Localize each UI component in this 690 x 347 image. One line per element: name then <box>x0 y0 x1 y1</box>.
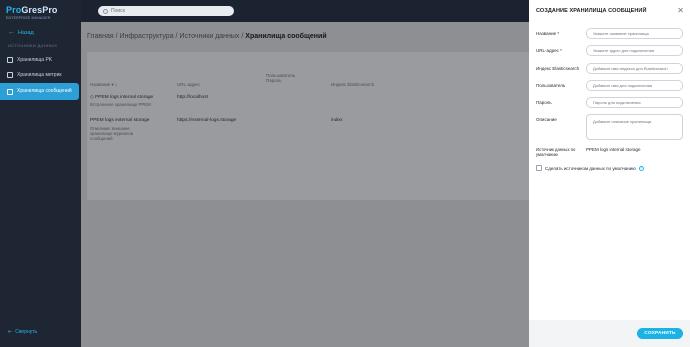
sidebar-item-label: Хранилища сообщений <box>17 87 72 94</box>
row-name: PPEM logs external storage <box>90 118 150 123</box>
name-field[interactable] <box>586 28 683 39</box>
sidebar-item-label: Хранилища PK <box>17 57 53 63</box>
sidebar-item-metrics-storage[interactable]: Хранилища метрик <box>0 68 81 82</box>
default-source-value: PPEM logs internal storage <box>586 147 641 152</box>
search-icon <box>103 8 108 14</box>
logo-text: ProGresPro <box>6 5 58 15</box>
message-icon <box>7 88 13 95</box>
arrow-left-icon: ← <box>8 29 15 36</box>
info-icon[interactable]: i <box>638 165 644 171</box>
panel-footer: СОХРАНИТЬ <box>529 320 690 347</box>
chart-icon <box>7 72 13 78</box>
back-label: Назад <box>18 29 34 36</box>
name-label: Название * <box>536 31 560 36</box>
url-label: URL-адрес * <box>536 48 562 53</box>
sidebar-section-title: ИСТОЧНИКИ ДАННЫХ <box>8 43 58 48</box>
sidebar: ProGresPro ENTERPRISE MANAGER ← Назад ИС… <box>0 0 81 347</box>
sidebar-nav: Хранилища PK Хранилища метрик Хранилища … <box>0 53 81 101</box>
sidebar-item-label: Хранилища метрик <box>17 72 62 78</box>
app-root: ProGresPro ENTERPRISE MANAGER ← Назад ИС… <box>0 0 690 347</box>
collapse-label: Свернуть <box>15 329 38 335</box>
table-row[interactable]: PPEM logs external storage <box>90 118 149 123</box>
table-row[interactable]: ◇ PPEM logs internal storage <box>90 95 153 100</box>
close-icon[interactable]: ✕ <box>677 6 684 15</box>
panel-title: СОЗДАНИЕ ХРАНИЛИЩА СООБЩЕНИЙ <box>536 8 647 14</box>
breadcrumb-current: Хранилища сообщений <box>245 33 327 40</box>
make-default-label: Сделать источником данных по умолчанию <box>545 165 636 171</box>
breadcrumb-infrastructure[interactable]: Инфраструктура <box>120 33 174 40</box>
breadcrumb-data-sources[interactable]: Источники данных <box>179 33 239 40</box>
column-header-index: Индекс Elasticsearch <box>331 82 375 87</box>
default-source-label: Источник данных по умолчанию <box>536 147 576 158</box>
row-subtitle: Встроенное хранилище PPEM <box>90 102 151 107</box>
storage-table: Название ▾ ↕ URL-адрес Пользователь Паро… <box>87 52 537 200</box>
index-field[interactable] <box>586 63 683 74</box>
index-label: Индекс Elasticsearch <box>536 66 580 71</box>
global-search[interactable] <box>98 6 234 16</box>
row-expand-icon: ◇ <box>90 95 94 100</box>
row-name: PPEM logs internal storage <box>95 95 154 100</box>
column-header-url: URL-адрес <box>177 82 200 87</box>
breadcrumb-home[interactable]: Главная <box>87 33 114 40</box>
user-field[interactable] <box>586 80 683 91</box>
password-label: Пароль <box>536 100 552 105</box>
save-button[interactable]: СОХРАНИТЬ <box>637 328 683 339</box>
create-message-storage-panel: СОЗДАНИЕ ХРАНИЛИЩА СООБЩЕНИЙ ✕ Название … <box>529 0 690 347</box>
back-link[interactable]: ← Назад <box>8 29 34 36</box>
row-url: https://external-logs.storage <box>177 118 237 123</box>
sidebar-item-storage-pk[interactable]: Хранилища PK <box>0 53 81 67</box>
make-default-option[interactable]: Сделать источником данных по умолчанию i <box>536 165 644 171</box>
url-field[interactable] <box>586 45 683 56</box>
breadcrumb: Главная / Инфраструктура / Источники дан… <box>87 33 327 40</box>
row-url: http://localhost <box>177 95 208 100</box>
user-label: Пользователь <box>536 83 566 88</box>
password-field[interactable] <box>586 97 683 108</box>
description-label: Описание <box>536 117 557 122</box>
collapse-icon: ⇤ <box>8 329 13 335</box>
logo-subtitle: ENTERPRISE MANAGER <box>6 16 51 20</box>
row-subtitle: Описание: внешнее хранилище журналов соо… <box>90 126 134 141</box>
make-default-checkbox[interactable] <box>536 165 542 171</box>
sort-icon: ↕ <box>114 82 118 87</box>
database-icon <box>7 57 13 63</box>
row-index: index <box>331 118 343 123</box>
sidebar-item-message-storage[interactable]: Хранилища сообщений <box>0 83 79 100</box>
column-header-name[interactable]: Название ▾ ↕ <box>90 82 117 88</box>
description-field[interactable] <box>586 114 683 140</box>
app-logo[interactable]: ProGresPro ENTERPRISE MANAGER <box>6 5 66 23</box>
search-input[interactable] <box>111 8 221 14</box>
collapse-sidebar-button[interactable]: ⇤ Свернуть <box>8 329 37 335</box>
filter-icon: ▾ <box>111 82 114 87</box>
column-header-user: Пользователь Пароль <box>266 73 296 83</box>
